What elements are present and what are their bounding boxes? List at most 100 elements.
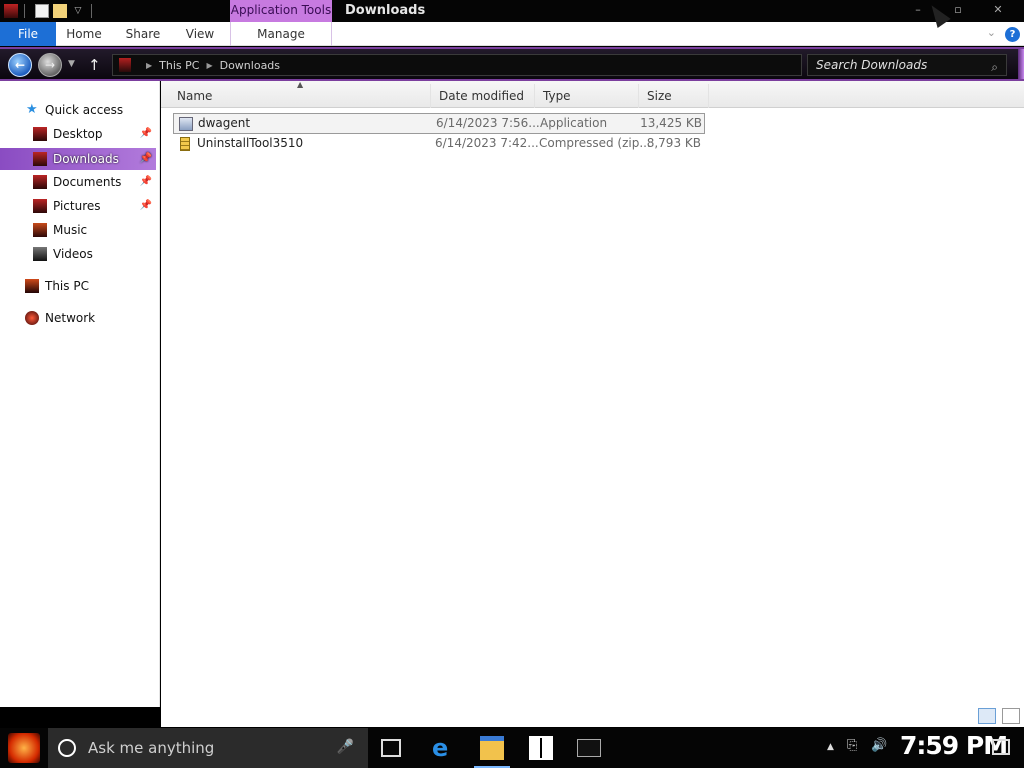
- network-tray-icon[interactable]: ⎘: [847, 738, 857, 753]
- nav-label: Quick access: [45, 103, 124, 117]
- star-icon: ★: [26, 102, 38, 117]
- nav-label: Videos: [53, 247, 93, 261]
- breadcrumb-separator-icon[interactable]: ▶: [206, 61, 212, 70]
- column-header-date[interactable]: Date modified: [431, 84, 535, 108]
- computer-icon: [25, 279, 39, 293]
- recent-locations-icon[interactable]: ▼: [68, 59, 75, 69]
- window-controls: – ▫ ✕: [898, 0, 1018, 22]
- search-input[interactable]: Search Downloads ⌕: [807, 54, 1007, 76]
- start-button[interactable]: [8, 733, 40, 763]
- file-size: 13,425 KB: [640, 116, 702, 130]
- nav-item-desktop[interactable]: Desktop 📌: [0, 123, 156, 145]
- window-title: Downloads: [345, 3, 426, 18]
- address-bar-decoration: [1018, 49, 1024, 79]
- nav-label: Documents: [53, 175, 122, 189]
- file-name: UninstallTool3510: [197, 136, 304, 150]
- search-placeholder: Search Downloads: [816, 58, 928, 72]
- show-hidden-icons-icon[interactable]: ▲: [827, 742, 834, 752]
- videos-icon: [33, 247, 47, 261]
- store-icon[interactable]: [529, 736, 553, 760]
- file-list: ▲ Name Date modified Type Size dwagent 6…: [161, 80, 1024, 727]
- divider: [24, 4, 25, 18]
- app-icon[interactable]: [4, 4, 18, 18]
- edge-icon[interactable]: e: [432, 736, 456, 760]
- task-view-icon[interactable]: [381, 739, 401, 757]
- file-explorer-icon[interactable]: [480, 736, 504, 760]
- tab-share[interactable]: Share: [118, 22, 168, 46]
- chevron-down-icon[interactable]: ▽: [71, 4, 85, 18]
- nav-label: Pictures: [53, 199, 101, 213]
- pin-icon[interactable]: 📌: [140, 148, 152, 170]
- title-bar: ▽ Application Tools Downloads – ▫ ✕: [0, 0, 1024, 22]
- view-toggles: [978, 708, 1020, 724]
- taskbar: Ask me anything 🎤 e ▲ ⎘ 🔊 7:59 PM: [0, 728, 1024, 768]
- nav-item-pictures[interactable]: Pictures 📌: [0, 195, 156, 217]
- nav-item-documents[interactable]: Documents 📌: [0, 171, 156, 193]
- microphone-icon[interactable]: 🎤: [337, 739, 354, 755]
- zip-folder-icon: [180, 137, 190, 151]
- music-icon: [33, 223, 47, 237]
- up-button[interactable]: ↑: [88, 56, 101, 74]
- nav-item-downloads[interactable]: Downloads 📌: [0, 148, 156, 170]
- nav-label: Music: [53, 223, 88, 237]
- back-button[interactable]: ←: [8, 53, 32, 77]
- context-tab-application-tools: Application Tools: [230, 0, 332, 22]
- pin-icon[interactable]: 📌: [140, 123, 152, 145]
- command-prompt-icon[interactable]: [577, 739, 601, 757]
- tab-view[interactable]: View: [178, 22, 222, 46]
- pin-icon[interactable]: 📌: [140, 195, 152, 217]
- address-bar: ← → ▼ ↑ ▶ This PC ▶ Downloads Search Dow…: [0, 47, 1024, 81]
- nav-label: Downloads: [53, 152, 119, 166]
- divider: [91, 4, 92, 18]
- details-view-button[interactable]: [978, 708, 996, 724]
- help-icon[interactable]: ?: [1005, 27, 1020, 42]
- nav-label: Network: [45, 311, 96, 325]
- pin-icon[interactable]: 📌: [140, 171, 152, 193]
- navigation-pane: ★ Quick access Desktop 📌 Downloads 📌 Doc…: [0, 81, 160, 707]
- tab-manage[interactable]: Manage: [230, 22, 332, 46]
- breadcrumb-this-pc[interactable]: This PC: [159, 59, 199, 72]
- search-icon[interactable]: ⌕: [991, 57, 998, 77]
- breadcrumb-separator-icon[interactable]: ▶: [146, 61, 152, 70]
- quick-access-toolbar: ▽: [0, 0, 98, 22]
- nav-this-pc[interactable]: This PC: [0, 275, 156, 297]
- file-row-dwagent[interactable]: dwagent 6/14/2023 7:56... Application 13…: [173, 113, 705, 134]
- downloads-icon: [33, 152, 47, 166]
- network-icon: [25, 311, 39, 325]
- properties-icon[interactable]: [35, 4, 49, 18]
- nav-item-videos[interactable]: Videos: [0, 243, 156, 265]
- documents-icon: [33, 175, 47, 189]
- column-header-size[interactable]: Size: [639, 84, 709, 108]
- location-icon: [119, 58, 131, 72]
- file-size: 8,793 KB: [646, 136, 701, 150]
- tab-home[interactable]: Home: [60, 22, 108, 46]
- cortana-search-box[interactable]: Ask me anything 🎤: [48, 728, 368, 768]
- volume-icon[interactable]: 🔊: [871, 738, 887, 753]
- file-date: 6/14/2023 7:42...: [435, 136, 539, 150]
- tab-file[interactable]: File: [0, 22, 56, 46]
- forward-button[interactable]: →: [38, 53, 62, 77]
- pictures-icon: [33, 199, 47, 213]
- breadcrumb-downloads[interactable]: Downloads: [220, 59, 280, 72]
- column-header-name[interactable]: Name: [169, 84, 431, 108]
- new-folder-icon[interactable]: [53, 4, 67, 18]
- nav-quick-access[interactable]: ★ Quick access: [0, 99, 156, 121]
- file-row-uninstalltool[interactable]: UninstallTool3510 6/14/2023 7:42... Comp…: [173, 134, 705, 155]
- taskbar-search-placeholder: Ask me anything: [88, 739, 215, 757]
- cortana-icon: [58, 739, 76, 757]
- nav-item-music[interactable]: Music: [0, 219, 156, 241]
- large-icons-view-button[interactable]: [1002, 708, 1020, 724]
- file-type: Application: [540, 116, 608, 130]
- nav-network[interactable]: Network: [0, 307, 156, 329]
- action-center-icon[interactable]: [992, 739, 1010, 755]
- file-date: 6/14/2023 7:56...: [436, 116, 540, 130]
- close-button[interactable]: ✕: [978, 0, 1018, 22]
- breadcrumb[interactable]: ▶ This PC ▶ Downloads: [112, 54, 802, 76]
- nav-label: This PC: [45, 279, 89, 293]
- application-icon: [179, 117, 193, 131]
- file-name: dwagent: [198, 116, 251, 130]
- nav-label: Desktop: [53, 127, 103, 141]
- desktop-icon: [33, 127, 47, 141]
- expand-ribbon-icon[interactable]: ⌄: [987, 26, 996, 39]
- column-header-type[interactable]: Type: [535, 84, 639, 108]
